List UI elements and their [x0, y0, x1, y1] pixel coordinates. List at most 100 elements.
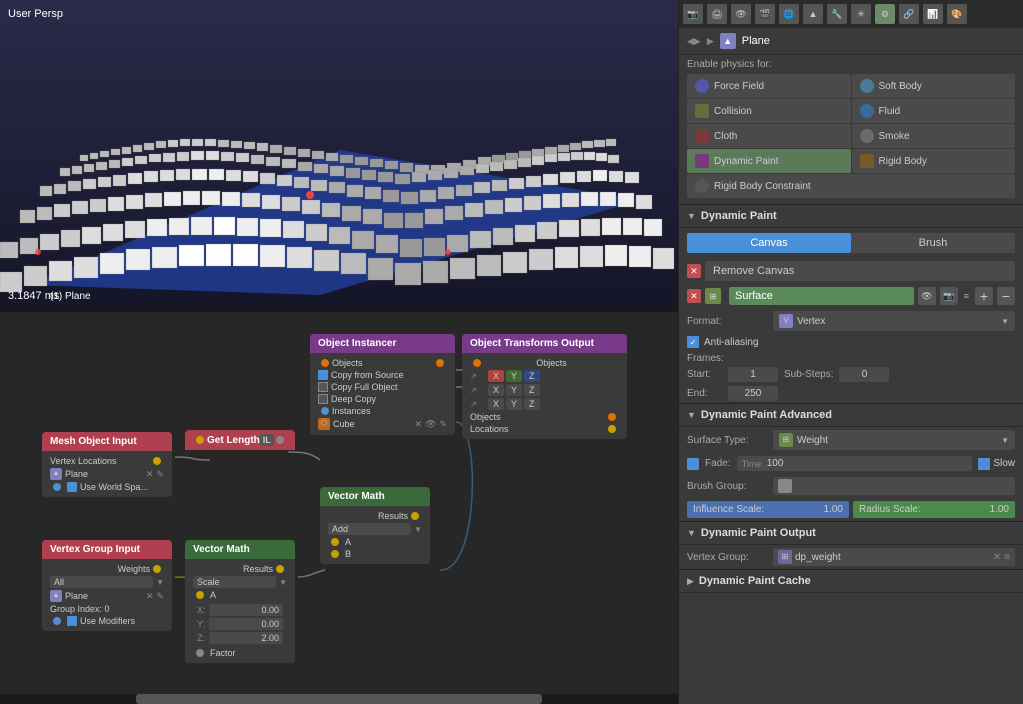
surface-remove-btn[interactable]: − [997, 287, 1015, 305]
slow-label: Slow [993, 458, 1015, 469]
prop-icon-view[interactable]: 👁 [731, 4, 751, 24]
node-instancer-deep-copy-row[interactable]: Deep Copy [314, 393, 451, 405]
node-vertgroup-header: Vertex Group Input [42, 540, 172, 559]
node-object-instancer[interactable]: Object Instancer Objects Copy from Sourc… [310, 334, 455, 435]
tab-brush[interactable]: Brush [851, 233, 1015, 253]
surface-add-btn[interactable]: + [975, 287, 993, 305]
transforms-arrow-1: ↗ [470, 372, 486, 381]
cb-copy-from-source[interactable] [318, 370, 328, 380]
vg-menu-btn[interactable]: ≡ [1004, 552, 1010, 563]
physics-grid: Force Field Soft Body Collision Fluid Cl… [679, 74, 1023, 204]
prop-icon-scene[interactable]: 🎬 [755, 4, 775, 24]
node-instancer-copy-full-row[interactable]: Copy Full Object [314, 381, 451, 393]
physics-btn-cloth[interactable]: Cloth [687, 124, 851, 148]
surface-type-label: Surface Type: [687, 435, 767, 446]
prop-icon-output[interactable]: 🖨 [707, 4, 727, 24]
usemod-checkbox[interactable] [67, 616, 77, 626]
node-mesh-object-input[interactable]: Mesh Object Input Vertex Locations ▲ Pla… [42, 432, 172, 497]
physics-btn-collision[interactable]: Collision [687, 99, 851, 123]
dynamic-paint-section-header[interactable]: ▼ Dynamic Paint ⋮⋮ [679, 205, 1023, 228]
brush-group-field[interactable] [773, 477, 1015, 495]
node-vm2-op-row[interactable]: Add ▼ [324, 522, 426, 536]
substeps-value[interactable]: 0 [839, 367, 889, 382]
node-vm1-op-row[interactable]: Scale ▼ [189, 575, 291, 589]
cb-copy-full-object[interactable] [318, 382, 328, 392]
physics-btn-rigid-body[interactable]: Rigid Body [852, 149, 1016, 173]
surface-render-btn[interactable]: 📷 [940, 287, 958, 305]
prop-icon-constraints[interactable]: 🔗 [899, 4, 919, 24]
node-editor[interactable]: Mesh Object Input Vertex Locations ▲ Pla… [0, 310, 678, 704]
dynamic-paint-cache-header[interactable]: ▶ Dynamic Paint Cache ⋮⋮ [679, 570, 1023, 593]
influence-scale-btn[interactable]: Influence Scale: 1.00 [687, 501, 849, 518]
physics-btn-force-field[interactable]: Force Field [687, 74, 851, 98]
node-mesh-worldspace-row[interactable]: Use World Spa... [46, 481, 168, 493]
node-vm1-y-value[interactable]: 0.00 [209, 618, 283, 630]
node-mesh-x-btn[interactable]: ✕ [146, 469, 154, 480]
node-vertgroup-x-btn[interactable]: ✕ [146, 591, 154, 602]
prop-icon-render[interactable]: 📷 [683, 4, 703, 24]
node-instancer-edit-btn[interactable]: ✎ [439, 419, 447, 430]
physics-btn-fluid[interactable]: Fluid [852, 99, 1016, 123]
node-mesh-edit-btn[interactable]: ✎ [156, 469, 164, 480]
prop-icon-physics[interactable]: ⚙ [875, 4, 895, 24]
remove-canvas-x-icon[interactable]: ✕ [687, 264, 701, 278]
remove-canvas-button[interactable]: Remove Canvas [705, 261, 1015, 281]
node-vm1-x-row[interactable]: X: 0.00 [193, 603, 287, 617]
physics-btn-rigid-body-constraint[interactable]: Rigid Body Constraint [687, 174, 1015, 198]
node-instancer-x-btn[interactable]: ✕ [414, 419, 422, 430]
physics-btn-dynamic-paint[interactable]: Dynamic Paint [687, 149, 851, 173]
node-transforms-locations-label: Locations [470, 424, 509, 434]
viewport[interactable]: User Persp 3.1847 ms (1) Plane [0, 0, 678, 310]
node-vm1-z-value[interactable]: 2.00 [209, 632, 283, 644]
prop-icon-material[interactable]: 🎨 [947, 4, 967, 24]
end-value[interactable]: 250 [728, 386, 778, 401]
node-vertgroup-plane-row[interactable]: ▲ Plane ✕ ✎ [46, 589, 168, 603]
surface-x-icon[interactable]: ✕ [687, 289, 701, 303]
node-object-transforms[interactable]: Object Transforms Output Objects ↗ X Y Z [462, 334, 627, 439]
physics-btn-soft-body[interactable]: Soft Body [852, 74, 1016, 98]
cb-deep-copy[interactable] [318, 394, 328, 404]
scrollbar-thumb[interactable] [136, 694, 543, 704]
node-vm1-z-row[interactable]: Z: 2.00 [193, 631, 287, 645]
node-instancer-eye-btn[interactable]: 👁 [425, 419, 436, 430]
node-get-length[interactable]: Get Length IL [185, 430, 295, 450]
time-value: 100 [767, 458, 784, 469]
node-editor-scrollbar[interactable] [0, 694, 678, 704]
node-mesh-plane-row[interactable]: ▲ Plane ✕ ✎ [46, 467, 168, 481]
vg-x-btn[interactable]: ✕ [993, 552, 1001, 563]
physics-btn-smoke[interactable]: Smoke [852, 124, 1016, 148]
fade-checkbox[interactable] [687, 458, 699, 470]
worldspace-checkbox[interactable] [67, 482, 77, 492]
prop-icon-modifier[interactable]: 🔧 [827, 4, 847, 24]
node-vertgroup-edit-btn[interactable]: ✎ [156, 591, 164, 602]
start-value[interactable]: 1 [728, 367, 778, 382]
radius-scale-btn[interactable]: Radius Scale: 1.00 [853, 501, 1015, 518]
dynamic-paint-output-header[interactable]: ▼ Dynamic Paint Output ⋮⋮ [679, 522, 1023, 545]
node-vm1-x-value[interactable]: 0.00 [209, 604, 283, 616]
format-dropdown[interactable]: V Vertex ▼ [773, 311, 1015, 331]
prop-icon-world[interactable]: 🌐 [779, 4, 799, 24]
node-vertgroup-gindex-label: Group Index: 0 [50, 604, 110, 614]
vertex-group-field[interactable]: ⊞ dp_weight ✕ ≡ [773, 548, 1015, 566]
socket-gl-in [196, 436, 204, 444]
surface-eye-btn[interactable]: 👁 [918, 287, 936, 305]
node-vm1-y-row[interactable]: Y: 0.00 [193, 617, 287, 631]
prop-icon-object[interactable]: ▲ [803, 4, 823, 24]
tab-canvas[interactable]: Canvas [687, 233, 851, 253]
fade-time-field[interactable]: Time: 100 [737, 456, 973, 471]
node-vertgroup-all-row[interactable]: All ▼ [46, 575, 168, 589]
slow-checkbox[interactable] [978, 458, 990, 470]
node-vector-math-scale[interactable]: Vector Math Results Scale ▼ A [185, 540, 295, 663]
node-vector-math-add[interactable]: Vector Math Results Add ▼ A [320, 487, 430, 564]
viewport-scene [0, 0, 678, 310]
node-vertgroup-usemod-row[interactable]: Use Modifiers [46, 615, 168, 627]
surface-name-field[interactable] [729, 287, 914, 305]
surface-type-dropdown[interactable]: ⊞ Weight ▼ [773, 430, 1015, 450]
node-instancer-cube-row[interactable]: ⬡ Cube ✕ 👁 ✎ [314, 417, 451, 431]
dynamic-paint-advanced-header[interactable]: ▼ Dynamic Paint Advanced ⋮⋮ [679, 404, 1023, 427]
prop-icon-particles[interactable]: ✳ [851, 4, 871, 24]
anti-aliasing-checkbox[interactable]: ✓ [687, 336, 699, 348]
node-vertex-group-input[interactable]: Vertex Group Input Weights All ▼ ▲ Plane… [42, 540, 172, 631]
prop-icon-data[interactable]: 📊 [923, 4, 943, 24]
node-instancer-copy-src-row[interactable]: Copy from Source [314, 369, 451, 381]
